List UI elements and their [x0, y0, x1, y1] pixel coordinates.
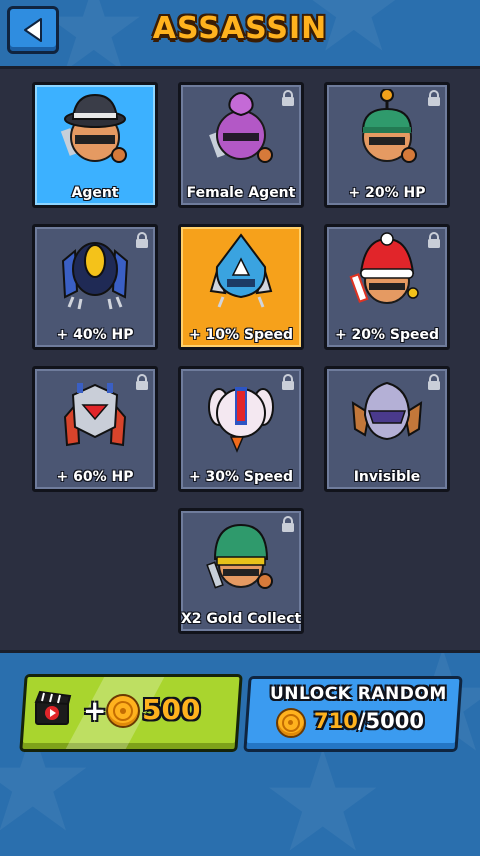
- skin-label: + 60% HP: [56, 469, 134, 485]
- skin-card-20-hp[interactable]: + 20% HP: [324, 82, 450, 208]
- skin-card-agent[interactable]: Agent: [32, 82, 158, 208]
- skin-label: + 40% HP: [56, 327, 134, 343]
- unlock-cost: 5000: [365, 709, 424, 733]
- skin-card-10-speed[interactable]: + 10% Speed: [178, 224, 304, 350]
- blue-hood-character-icon: [209, 233, 273, 308]
- ad-reward-amount: 500: [142, 693, 201, 726]
- skin-label: Female Agent: [186, 185, 296, 201]
- lock-icon: [136, 232, 148, 248]
- lock-icon: [282, 516, 294, 532]
- skin-label: Agent: [71, 185, 119, 201]
- skin-label: + 20% HP: [348, 185, 426, 201]
- skin-card-60-hp[interactable]: + 60% HP: [32, 366, 158, 492]
- skin-card-invisible[interactable]: Invisible: [324, 366, 450, 492]
- bunny-character-icon: [208, 387, 274, 453]
- red-mech-character-icon: [63, 383, 127, 447]
- unlock-random-cost: 710/5000: [314, 709, 424, 733]
- coin-icon: [106, 694, 140, 728]
- female-agent-character-icon: [209, 92, 273, 163]
- video-clapper-icon: [34, 690, 72, 725]
- lock-icon: [282, 374, 294, 390]
- skin-card-40-hp[interactable]: + 40% HP: [32, 224, 158, 350]
- lock-icon: [428, 90, 440, 106]
- cost-separator: /: [357, 709, 366, 733]
- skin-label: Invisible: [353, 469, 421, 485]
- invisible-character-icon: [351, 381, 423, 441]
- santa-character-icon: [349, 232, 419, 304]
- ad-reward-prefix: +: [83, 694, 107, 727]
- skin-label: + 10% Speed: [188, 327, 294, 343]
- skin-card-20-speed[interactable]: + 20% Speed: [324, 224, 450, 350]
- skin-grid: Agent Female Agent + 20% HP + 40% HP + 1…: [0, 0, 480, 650]
- lock-icon: [282, 90, 294, 106]
- green-cap-character-icon: [206, 523, 273, 589]
- skin-card-female-agent[interactable]: Female Agent: [178, 82, 304, 208]
- lock-icon: [428, 232, 440, 248]
- skin-label: X2 Gold Collect: [181, 611, 302, 627]
- skin-label: + 30% Speed: [188, 469, 294, 485]
- coin-icon: [276, 708, 306, 738]
- lock-icon: [136, 374, 148, 390]
- skin-label: + 20% Speed: [334, 327, 440, 343]
- unlock-random-label: UNLOCK RANDOM: [270, 684, 447, 704]
- agent-character-icon: [60, 93, 127, 163]
- skin-card-30-speed[interactable]: + 30% Speed: [178, 366, 304, 492]
- antenna-character-icon: [361, 89, 417, 163]
- robot-yellow-character-icon: [61, 242, 129, 310]
- current-gold: 710: [314, 709, 358, 733]
- lock-icon: [428, 374, 440, 390]
- skin-card-x2-gold[interactable]: X2 Gold Collect: [178, 508, 304, 634]
